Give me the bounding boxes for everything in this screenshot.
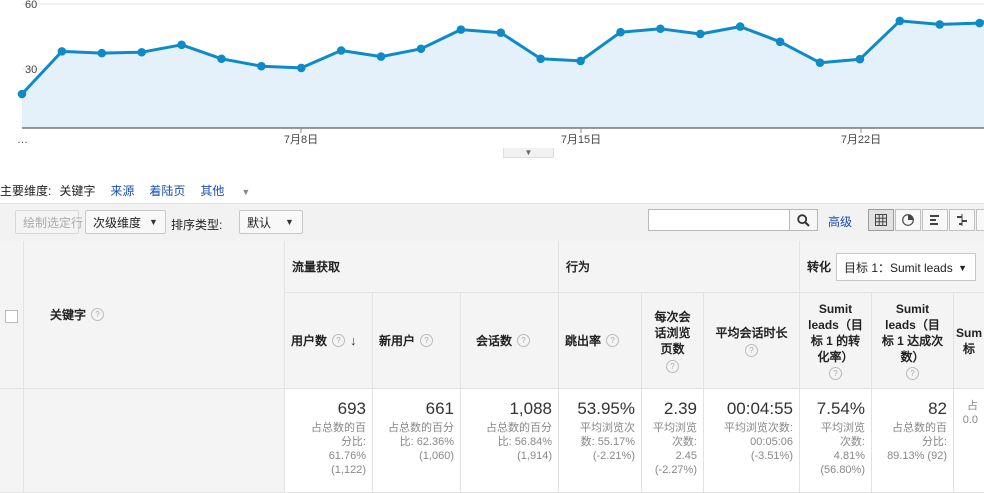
col-goal-conversion-rate[interactable]: Sumit leads（目标 1 的转化率）? bbox=[800, 293, 872, 389]
grid-icon bbox=[875, 214, 887, 226]
advanced-filter-link[interactable]: 高级 bbox=[828, 213, 852, 230]
data-point bbox=[735, 22, 745, 31]
help-icon[interactable]: ? bbox=[666, 359, 679, 373]
total-bounce-rate: 53.95% 平均浏览次数: 55.17% (-2.21%) bbox=[559, 389, 642, 493]
help-icon[interactable]: ? bbox=[420, 334, 434, 347]
total-users: 693 占总数的百分比: 61.76% (1,122) bbox=[285, 389, 373, 493]
totals-row-label bbox=[24, 389, 285, 493]
data-point bbox=[855, 54, 865, 64]
x-tick-label: 7月22日 bbox=[841, 134, 881, 146]
y-tick-label: 30 bbox=[25, 64, 37, 76]
pie-chart-icon bbox=[902, 214, 914, 226]
data-point bbox=[815, 58, 825, 67]
table-view-button[interactable] bbox=[868, 209, 894, 231]
pie-view-button[interactable] bbox=[895, 209, 921, 231]
keyword-column-header[interactable]: 关键字? bbox=[24, 241, 285, 389]
dimension-landing-page[interactable]: 着陆页 bbox=[149, 182, 185, 199]
data-point bbox=[696, 29, 705, 39]
pivot-view-button[interactable] bbox=[976, 209, 984, 231]
group-acquisition: 流量获取 bbox=[285, 241, 559, 293]
primary-dimension-label: 主要维度: bbox=[0, 183, 52, 198]
total-goal-completions: 82 占总数的百分比: 89.13% (92) bbox=[872, 389, 954, 493]
chevron-down-icon: ▼ bbox=[149, 217, 158, 227]
plot-rows-button[interactable]: 绘制选定行 bbox=[15, 210, 83, 234]
help-icon[interactable]: ? bbox=[91, 308, 105, 321]
help-icon[interactable]: ? bbox=[606, 334, 620, 347]
col-goal-value-partial[interactable]: Sum 标 bbox=[954, 293, 984, 389]
chevron-down-icon: ▼ bbox=[285, 217, 294, 227]
secondary-dimension-select[interactable]: 次级维度 ▼ bbox=[85, 210, 166, 234]
data-point bbox=[536, 54, 545, 64]
data-point bbox=[97, 48, 107, 58]
help-icon[interactable]: ? bbox=[829, 367, 842, 380]
sort-type-label: 排序类型: bbox=[171, 218, 223, 232]
data-point bbox=[975, 18, 984, 28]
dimension-source[interactable]: 来源 bbox=[110, 182, 134, 199]
series-area bbox=[22, 20, 984, 128]
data-point bbox=[656, 24, 665, 34]
goal-select-dropdown[interactable]: 目标 1：Sumit leads ▼ bbox=[836, 253, 976, 281]
data-point bbox=[496, 28, 506, 37]
data-point bbox=[17, 89, 27, 99]
comparison-view-button[interactable] bbox=[949, 209, 975, 231]
data-point bbox=[177, 40, 186, 50]
totals-row-spacer bbox=[0, 389, 24, 493]
dimension-other-dropdown[interactable]: 其他 ▼ bbox=[200, 182, 265, 199]
x-tick-label: … bbox=[17, 134, 28, 146]
data-point bbox=[217, 54, 226, 64]
chevron-down-icon: ▼ bbox=[958, 263, 967, 273]
data-point bbox=[257, 61, 266, 71]
col-sessions[interactable]: 会话数? bbox=[461, 293, 559, 389]
group-behavior: 行为 bbox=[559, 241, 800, 293]
data-point bbox=[616, 27, 625, 37]
help-icon[interactable]: ? bbox=[517, 334, 531, 347]
select-all-checkbox[interactable] bbox=[5, 310, 18, 323]
total-pages-per-session: 2.39 平均浏览次数: 2.45 (-2.27%) bbox=[642, 389, 704, 493]
table-search-input[interactable] bbox=[648, 209, 790, 231]
data-point bbox=[336, 46, 346, 55]
report-table: 关键字? 流量获取 行为 转化 目标 1：Sumit leads ▼ 用户数? ↓ … bbox=[0, 241, 984, 493]
data-point bbox=[137, 47, 146, 57]
col-bounce-rate[interactable]: 跳出率? bbox=[559, 293, 642, 389]
x-tick-label: 7月15日 bbox=[561, 134, 601, 146]
select-all-header bbox=[0, 241, 24, 389]
dimension-keyword[interactable]: 关键字 bbox=[59, 182, 95, 199]
search-icon bbox=[797, 213, 810, 227]
col-avg-session-duration[interactable]: 平均会话时长? bbox=[704, 293, 800, 389]
y-tick-label: 60 bbox=[25, 0, 37, 11]
total-new-users: 661 占总数的百分比: 62.36% (1,060) bbox=[373, 389, 461, 493]
chevron-down-icon: ▼ bbox=[241, 186, 251, 197]
data-point bbox=[935, 20, 944, 29]
help-icon[interactable]: ? bbox=[906, 367, 919, 380]
data-point bbox=[456, 25, 466, 34]
data-point bbox=[895, 16, 905, 26]
sort-type-select[interactable]: 默认 ▼ bbox=[239, 210, 303, 234]
sort-descending-icon: ↓ bbox=[350, 333, 357, 348]
help-icon[interactable]: ? bbox=[745, 343, 758, 357]
total-goal-conversion-rate: 7.54% 平均浏览次数: 4.81% (56.80%) bbox=[800, 389, 872, 493]
total-avg-session-duration: 00:04:55 平均浏览次数: 00:05:06 (-3.51%) bbox=[704, 389, 800, 493]
col-new-users[interactable]: 新用户? bbox=[373, 293, 461, 389]
col-users[interactable]: 用户数? ↓ bbox=[285, 293, 373, 389]
data-point bbox=[775, 37, 785, 47]
collapse-chart-handle[interactable]: ▼ bbox=[503, 148, 554, 158]
data-point bbox=[576, 56, 585, 66]
search-button[interactable] bbox=[790, 209, 818, 231]
data-point bbox=[297, 63, 306, 73]
sessions-line-chart: 30 60 … 7月8日 7月15日 7月22日 bbox=[17, 0, 984, 146]
bar-list-icon bbox=[930, 215, 939, 225]
help-icon[interactable]: ? bbox=[332, 334, 346, 347]
comparison-icon bbox=[957, 214, 967, 226]
total-goal-value-partial: 占 0.0 bbox=[954, 389, 984, 493]
col-pages-per-session[interactable]: 每次会话浏览页数? bbox=[642, 293, 704, 389]
data-point bbox=[376, 52, 386, 61]
data-point bbox=[416, 44, 426, 54]
primary-dimension-bar: 主要维度: 关键字 来源 着陆页 其他 ▼ bbox=[0, 180, 280, 200]
x-tick-label: 7月8日 bbox=[284, 134, 318, 146]
col-goal-completions[interactable]: Sumit leads（目标 1 达成次数）? bbox=[872, 293, 954, 389]
total-sessions: 1,088 占总数的百分比: 56.84% (1,914) bbox=[461, 389, 559, 493]
data-point bbox=[57, 47, 67, 56]
performance-view-button[interactable] bbox=[922, 209, 948, 231]
